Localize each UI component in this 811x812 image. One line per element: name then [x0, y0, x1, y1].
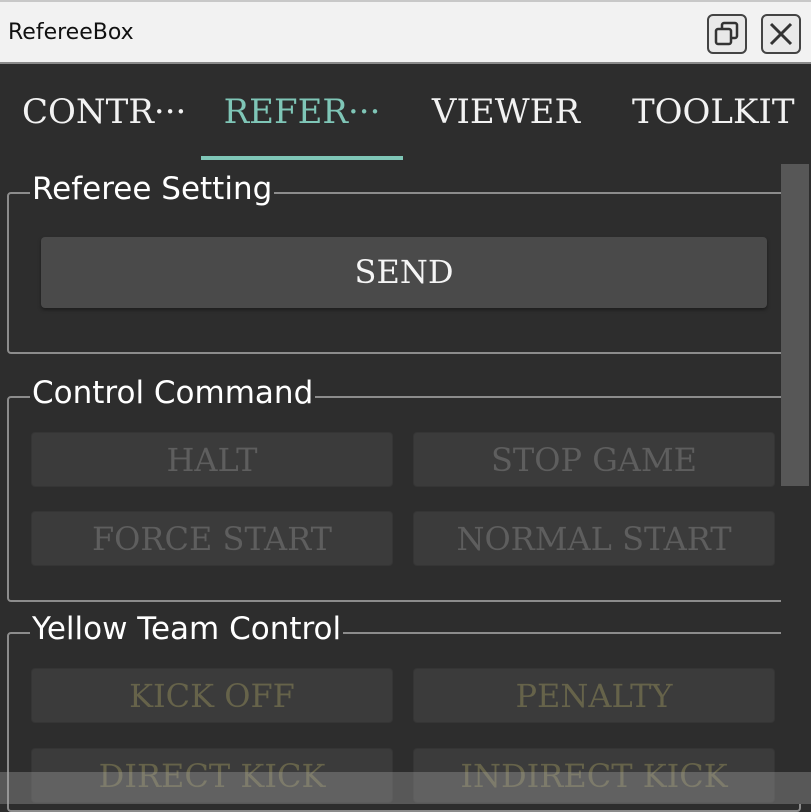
active-tab-indicator	[201, 156, 403, 160]
referee-setting-title: Referee Setting	[30, 171, 275, 207]
halt-button[interactable]: HALT	[31, 432, 393, 487]
close-window-button[interactable]	[761, 14, 801, 54]
title-bar: RefereeBox	[0, 0, 811, 64]
tab-referee[interactable]: REFER···	[222, 92, 382, 132]
tab-toolkit[interactable]: TOOLKIT	[632, 92, 795, 132]
tab-bar: CONTR··· REFER··· VIEWER TOOLKIT	[0, 64, 811, 162]
control-command-group	[7, 396, 801, 602]
vertical-scrollbar[interactable]	[781, 164, 809, 804]
kick-off-button[interactable]: KICK OFF	[31, 668, 393, 723]
tab-viewer[interactable]: VIEWER	[430, 92, 582, 132]
send-button[interactable]: SEND	[41, 237, 767, 308]
restore-window-button[interactable]	[707, 14, 747, 54]
close-icon	[769, 22, 793, 46]
control-command-title: Control Command	[30, 375, 316, 411]
yellow-team-control-title: Yellow Team Control	[30, 611, 344, 647]
bottom-overlay	[0, 772, 811, 804]
scrollbar-thumb[interactable]	[781, 164, 809, 486]
tab-control[interactable]: CONTR···	[22, 92, 186, 132]
stop-game-button[interactable]: STOP GAME	[413, 432, 775, 487]
normal-start-button[interactable]: NORMAL START	[413, 511, 775, 566]
penalty-button[interactable]: PENALTY	[413, 668, 775, 723]
force-start-button[interactable]: FORCE START	[31, 511, 393, 566]
restore-window-icon	[714, 21, 739, 46]
window-title: RefereeBox	[8, 20, 134, 45]
